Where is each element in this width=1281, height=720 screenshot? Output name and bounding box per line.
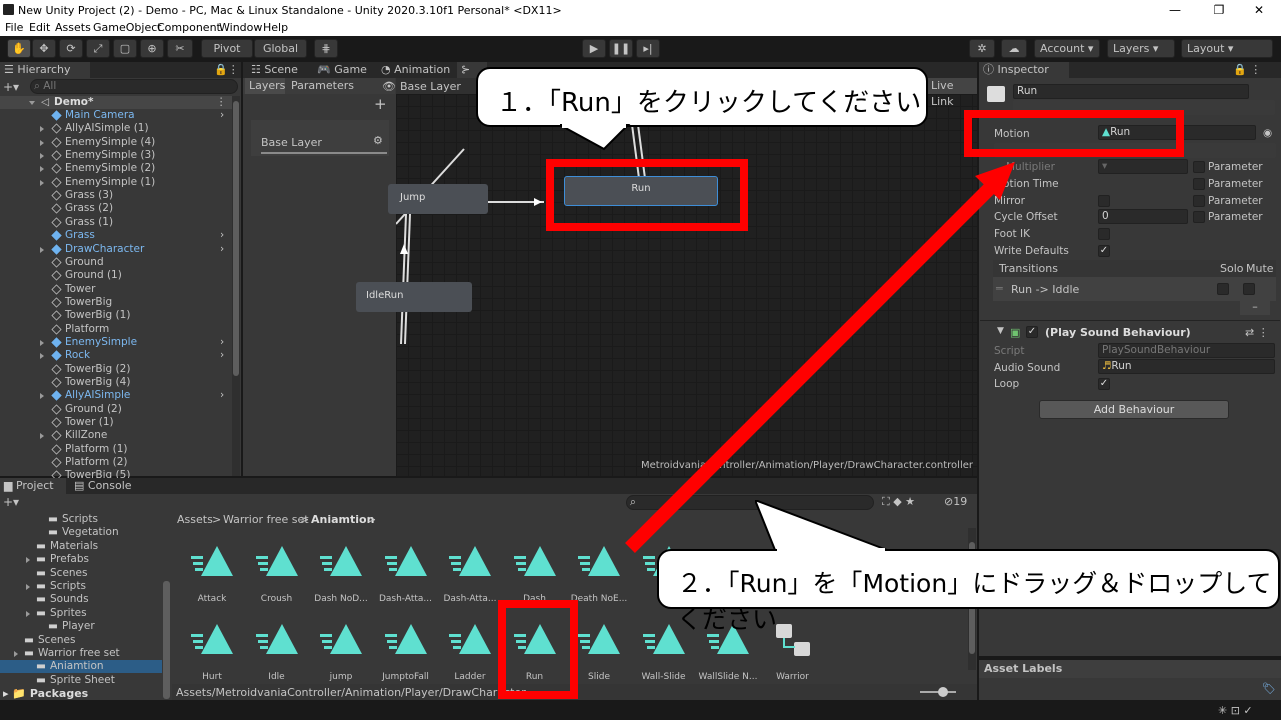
callout-step1-text: １．「Run」をクリックしてください: [496, 88, 922, 118]
callout-step1-pointer: [560, 124, 631, 151]
run-state-highlight: [546, 159, 748, 231]
callout-step1: １．「Run」をクリックしてください: [476, 67, 928, 127]
drag-arrow-line: [625, 173, 1005, 553]
callout-step2-text: ２．「Run」を「Motion」にドラッグ＆ドロップしてください: [677, 569, 1272, 634]
callout-step2-pointer: [755, 500, 888, 552]
run-asset-highlight: [498, 600, 578, 699]
callout-step2: ２．「Run」を「Motion」にドラッグ＆ドロップしてください: [657, 549, 1280, 634]
motion-field-highlight: [964, 110, 1184, 157]
